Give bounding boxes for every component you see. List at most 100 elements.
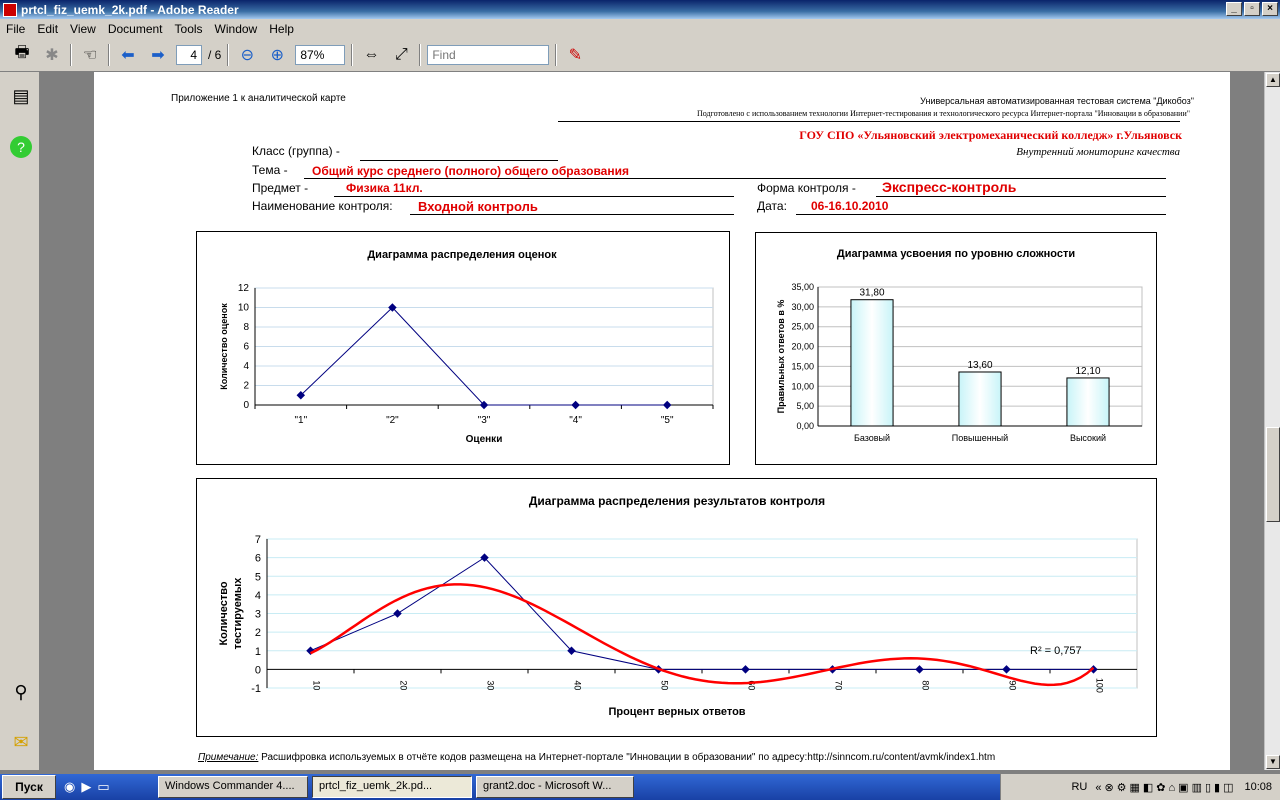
maximize-button[interactable]: ▫ [1244,2,1260,16]
x-tick-label: "3" [478,415,491,426]
y-tick-label: 3 [255,609,261,621]
y-tick-label: 30,00 [791,302,814,312]
toolbar-separator [108,43,110,66]
toolbar-separator [555,43,558,66]
data-label: 31,80 [859,288,884,299]
y-axis-label: тестируемых [232,577,244,650]
subject-value: Физика 11кл. [346,181,423,195]
window-title: prtcl_fiz_uemk_2k.pdf - Adobe Reader [21,2,239,17]
y-tick-label: 7 [255,534,261,546]
org-text: ГОУ СПО «Ульяновский электромеханический… [799,128,1182,142]
x-tick-label: Повышенный [952,433,1008,443]
y-axis-label: Правильных ответов в % [776,300,786,414]
previous-page-icon[interactable]: ⬅ [116,43,140,67]
navigation-panel: ▤ ? ⚲ ✉ [0,72,40,770]
system-tray: RU «⊗⚙▦◧✿⌂▣▥▯▮◫ 10:08 [1000,774,1280,800]
grades-chart-svg: Диаграмма распределения оценок 0 2 4 6 8 10 12 "… [219,249,714,445]
chart-title: Диаграмма усвоения по уровню сложности [837,248,1075,260]
window-titlebar: prtcl_fiz_uemk_2k.pdf - Adobe Reader _ ▫… [0,0,1280,19]
browser-icon[interactable]: ◉ [64,779,75,795]
prepared-text: Подготовлено с использованием технологии… [696,109,1190,118]
language-indicator[interactable]: RU [1071,781,1087,793]
x-tick-label: 20 [399,680,409,690]
task-windows-commander[interactable]: Windows Commander 4.... [158,776,308,798]
attachment-icon[interactable]: ⚲ [10,682,32,704]
start-label: Пуск [15,780,43,794]
bar [958,371,1002,427]
menu-help[interactable]: Help [263,22,300,36]
menu-tools[interactable]: Tools [169,22,209,36]
menu-window[interactable]: Window [209,22,264,36]
data-label: 13,60 [967,360,992,371]
data-label: 12,10 [1075,366,1100,377]
task-word[interactable]: grant2.doc - Microsoft W... [476,776,634,798]
page-number-input[interactable]: 4 [176,44,202,65]
results-chart: Диаграмма распределения результатов конт… [196,478,1157,737]
y-tick-label: 20,00 [791,342,814,352]
adobe-pdf-icon[interactable]: ✎ [563,43,587,67]
zoom-select[interactable]: 87% [295,44,346,65]
control-value: Входной контроль [418,199,538,214]
grades-chart: Диаграмма распределения оценок 0 2 4 6 8 10 12 "… [196,231,730,465]
help-icon[interactable]: ? [10,136,32,158]
vertical-scrollbar[interactable]: ▲ ▼ [1264,72,1280,770]
chart-title: Диаграмма распределения оценок [367,249,557,261]
task-adobe-reader[interactable]: prtcl_fiz_uemk_2k.pd... [312,776,472,798]
menu-document[interactable]: Document [102,22,169,36]
header-line [558,121,1180,122]
date-label: Дата: [757,199,787,213]
scroll-thumb[interactable] [1266,427,1280,522]
form-underline [876,196,1166,197]
note-text: Примечание: Расшифровка используемых в о… [198,752,995,763]
theme-label: Тема - [252,163,288,177]
y-tick-label: 0 [243,400,249,411]
form-label: Форма контроля - [757,181,856,195]
date-value: 06-16.10.2010 [811,199,889,213]
bar [850,299,894,427]
zoom-out-icon[interactable]: ⊖ [235,43,259,67]
scroll-down-button[interactable]: ▼ [1266,755,1280,769]
fit-page-icon[interactable]: ⤢ [389,43,413,67]
find-input[interactable] [427,44,550,65]
zoom-in-icon[interactable]: ⊕ [265,43,289,67]
y-tick-label: 4 [255,590,261,602]
y-axis-label: Количество [218,581,230,645]
menu-view[interactable]: View [64,22,102,36]
system-text: Универсальная автоматизированная тестова… [920,96,1194,106]
subject-underline [334,196,734,197]
menu-bar: File Edit View Document Tools Window Hel… [0,19,1280,38]
y-tick-label: 8 [243,322,249,333]
x-axis-label: Процент верных ответов [608,706,745,718]
media-icon[interactable]: ▶ [81,779,91,795]
settings-icon[interactable]: ✱ [40,43,64,67]
pages-icon[interactable]: ▤ [10,86,32,108]
y-tick-label: 35,00 [791,282,814,292]
x-tick-label: Базовый [854,433,890,443]
fit-width-icon[interactable]: ⇔ [359,43,383,67]
hand-tool-icon[interactable]: ☜ [78,43,102,67]
desktop-icon[interactable]: ▭ [97,779,109,795]
menu-edit[interactable]: Edit [31,22,64,36]
close-button[interactable]: × [1262,2,1278,16]
difficulty-chart-svg: Диаграмма усвоения по уровню сложности 0,… [776,248,1143,443]
next-page-icon[interactable]: ➡ [146,43,170,67]
x-tick-label: 50 [660,680,670,690]
class-label: Класс (группа) - [252,144,340,158]
menu-file[interactable]: File [0,22,31,36]
y-tick-label: 6 [255,553,261,565]
minimize-button[interactable]: _ [1226,2,1242,16]
y-tick-label: 2 [243,381,249,392]
start-button[interactable]: Пуск [2,775,56,799]
adobe-reader-icon [3,2,17,17]
chart-title: Диаграмма распределения результатов конт… [529,494,825,508]
subject-label: Предмет - [252,181,309,195]
print-icon[interactable]: 🖶 [10,43,34,67]
comments-icon[interactable]: ✉ [10,732,32,754]
y-tick-label: 10,00 [791,381,814,391]
scroll-up-button[interactable]: ▲ [1266,73,1280,87]
toolbar-separator [419,43,422,66]
x-tick-label: 40 [573,680,583,690]
quick-launch: ◉ ▶ ▭ [64,779,154,795]
x-tick-label: 10 [312,680,322,690]
x-tick-label: Высокий [1070,433,1106,443]
